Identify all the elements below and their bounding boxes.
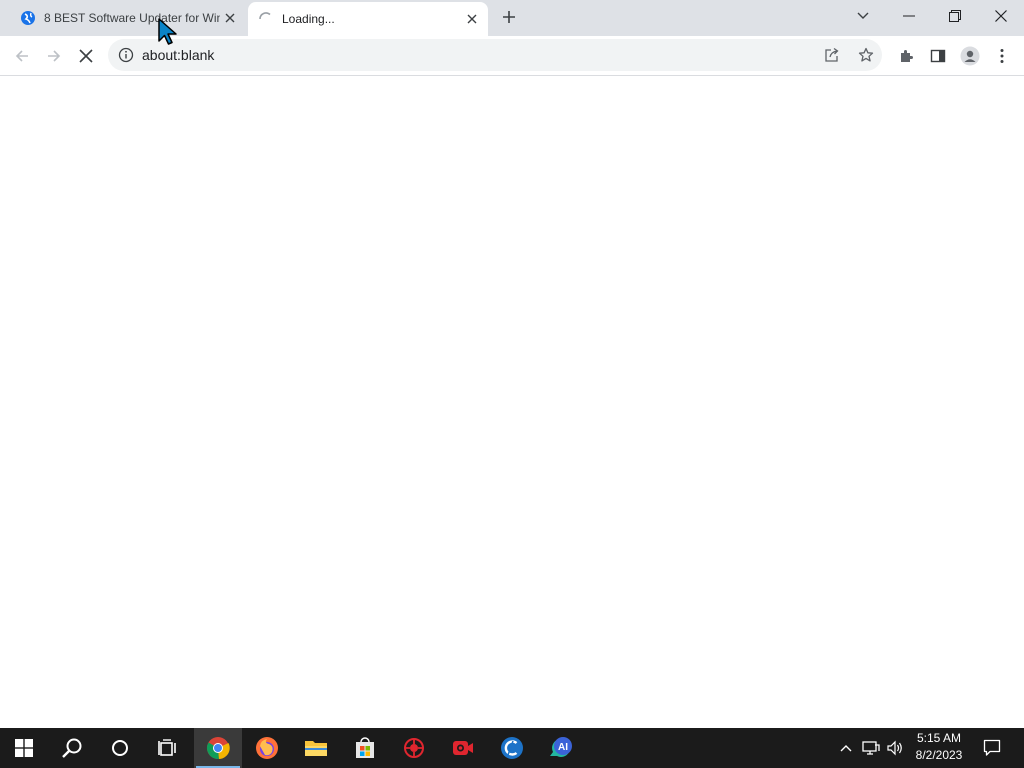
address-bar[interactable]: about:blank [108, 39, 882, 71]
new-tab-button[interactable] [498, 6, 520, 28]
file-explorer-icon[interactable] [292, 728, 340, 768]
chrome-icon[interactable] [194, 728, 242, 768]
network-icon[interactable] [860, 728, 882, 768]
cortana-icon[interactable] [96, 728, 144, 768]
extensions-puzzle-icon[interactable] [892, 42, 920, 70]
browser-titlebar: 8 BEST Software Updater for Win Loading.… [0, 0, 1024, 36]
back-button[interactable] [8, 42, 36, 70]
firefox-icon[interactable] [243, 728, 291, 768]
task-view-icon[interactable] [144, 728, 192, 768]
restore-button[interactable] [932, 0, 978, 32]
search-icon[interactable] [48, 728, 96, 768]
windows-start-icon[interactable] [0, 728, 48, 768]
tab-search-button[interactable] [840, 0, 886, 32]
tab-loading[interactable]: Loading... [248, 2, 488, 36]
close-window-button[interactable] [978, 0, 1024, 32]
share-icon[interactable] [822, 45, 842, 65]
loading-spinner-icon [258, 11, 274, 27]
ai-chat-icon[interactable]: AI [537, 728, 585, 768]
notifications-icon[interactable] [978, 728, 1006, 768]
info-icon[interactable] [118, 47, 134, 63]
microsoft-store-icon[interactable] [341, 728, 389, 768]
profile-avatar-icon[interactable] [956, 42, 984, 70]
tab-software-updater[interactable]: 8 BEST Software Updater for Win [8, 0, 246, 36]
address-text[interactable]: about:blank [142, 47, 214, 63]
taskbar-clock[interactable]: 5:15 AM 8/2/2023 [908, 730, 970, 766]
tab-title: 8 BEST Software Updater for Win [44, 11, 220, 25]
show-hidden-icons-icon[interactable] [836, 728, 856, 768]
davinci-icon[interactable] [390, 728, 438, 768]
forward-button[interactable] [40, 42, 68, 70]
favicon-globe-icon [20, 10, 36, 26]
minimize-button[interactable] [886, 0, 932, 32]
close-tab-icon[interactable] [220, 8, 240, 28]
windows-taskbar: AI 5:15 AM 8/2/2023 [0, 728, 1024, 768]
tab-title: Loading... [282, 12, 335, 26]
side-panel-icon[interactable] [924, 42, 952, 70]
screen-recorder-icon[interactable] [439, 728, 487, 768]
browser-toolbar: about:blank [0, 36, 1024, 76]
close-tab-icon[interactable] [462, 9, 482, 29]
svg-text:AI: AI [558, 742, 568, 753]
clock-time: 5:15 AM [916, 731, 962, 745]
clock-date: 8/2/2023 [915, 748, 963, 762]
chrome-menu-icon[interactable] [988, 42, 1016, 70]
mouse-cursor-icon [157, 17, 179, 47]
stop-loading-button[interactable] [72, 42, 100, 70]
page-content[interactable] [0, 76, 1024, 728]
bookmark-star-icon[interactable] [856, 45, 876, 65]
ccleaner-icon[interactable] [488, 728, 536, 768]
volume-icon[interactable] [884, 728, 906, 768]
